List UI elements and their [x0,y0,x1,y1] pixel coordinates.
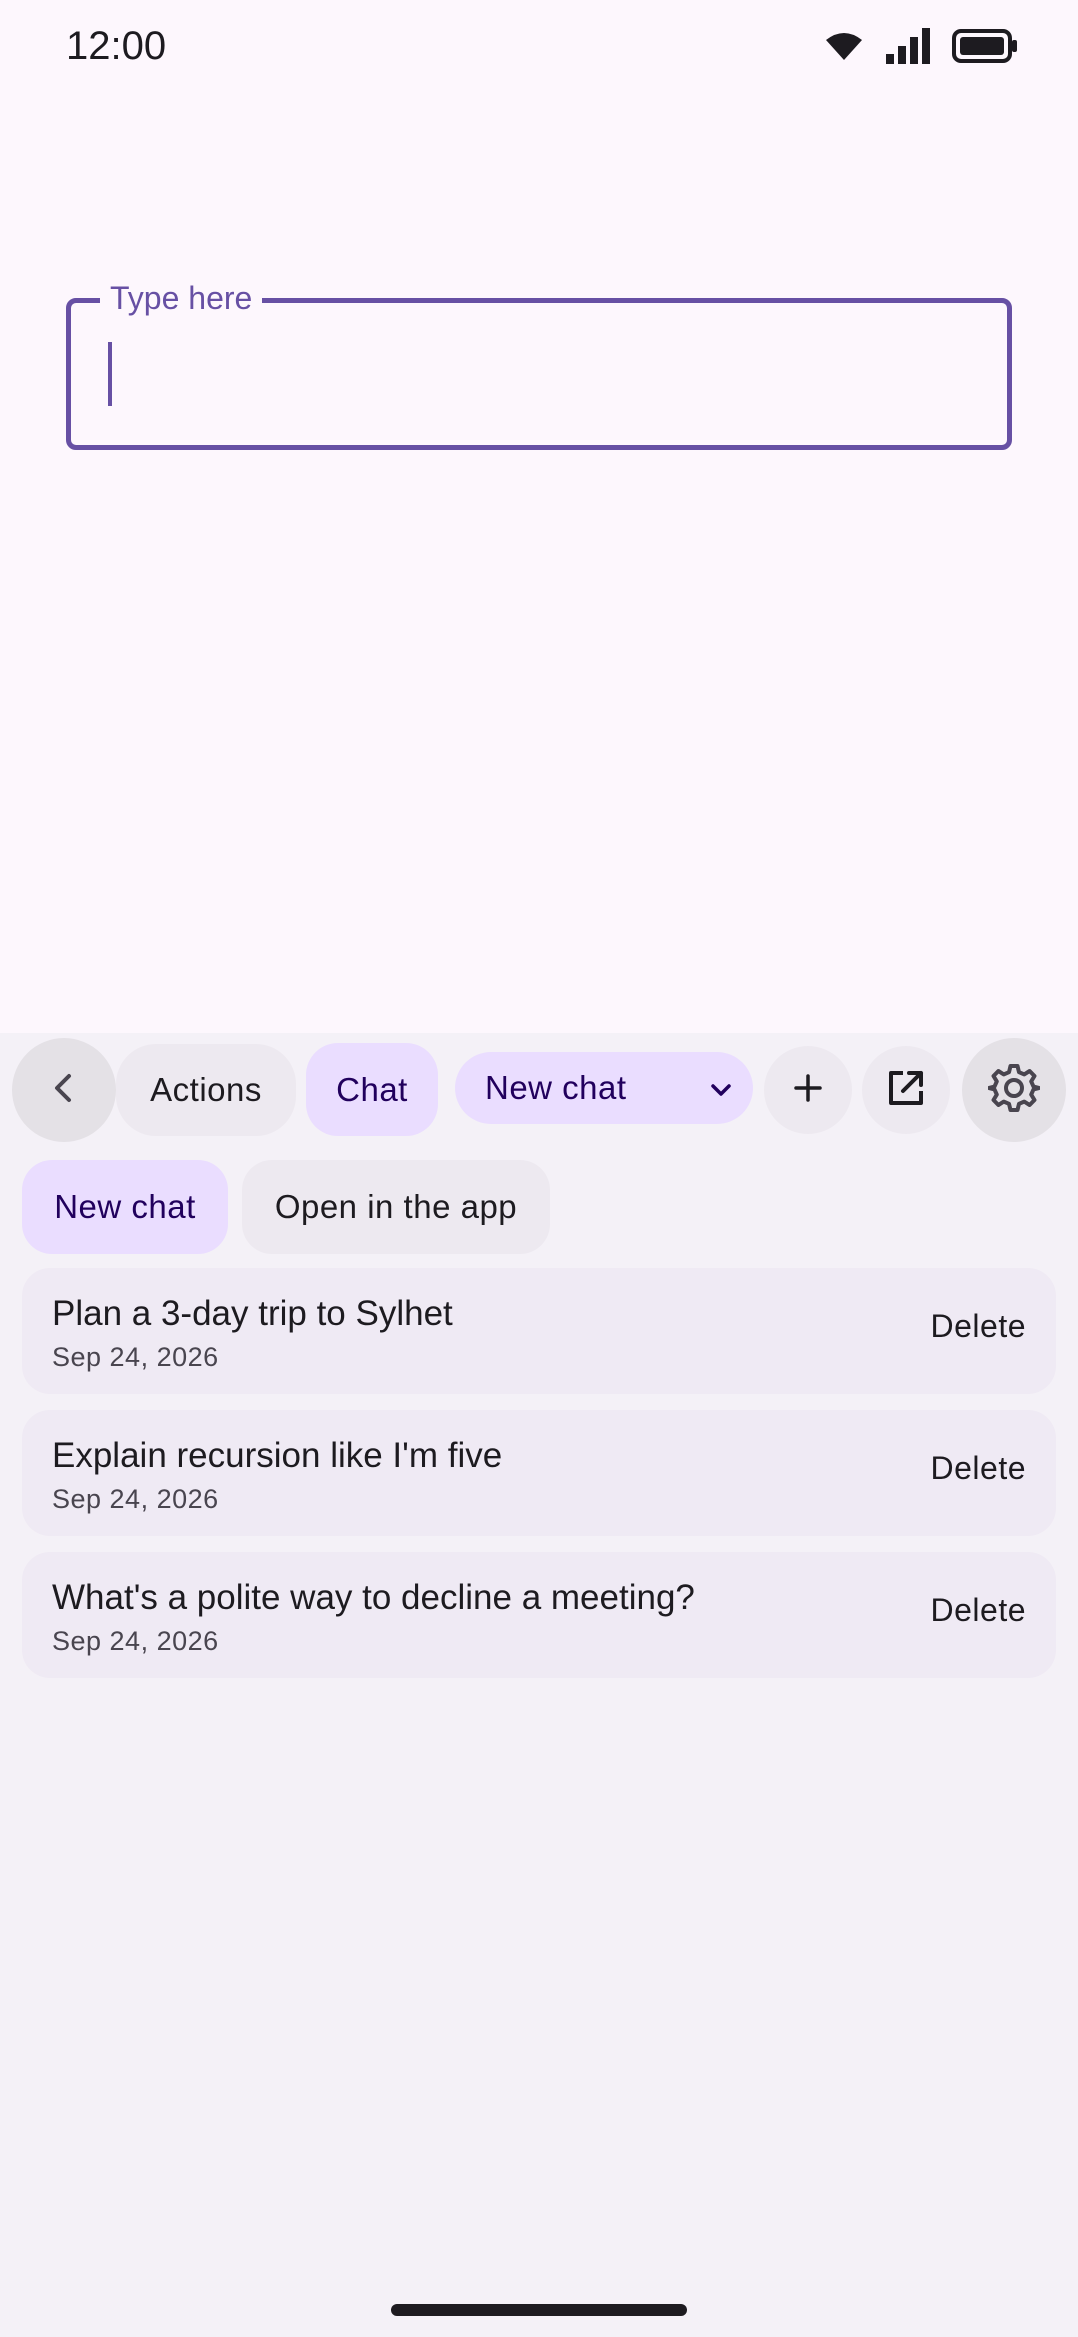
text-field-label: Type here [100,278,263,318]
tab-actions[interactable]: Actions [116,1044,296,1136]
chevron-down-icon [707,1074,735,1112]
chat-title: Plan a 3-day trip to Sylhet [52,1294,453,1333]
open-external-button[interactable] [862,1046,950,1134]
list-item[interactable]: Explain recursion like I'm five Sep 24, … [22,1410,1056,1536]
list-item[interactable]: Plan a 3-day trip to Sylhet Sep 24, 2026… [22,1268,1056,1394]
panel-toolbar: Actions Chat New chat [0,1038,1078,1142]
status-icons [824,28,1018,64]
screen: 12:00 Type here Actions Chat New chat Ne… [0,0,1078,2337]
settings-button[interactable] [962,1038,1066,1142]
plus-icon [792,1072,824,1109]
text-field[interactable] [66,298,1012,450]
open-in-app-button[interactable]: Open in the app [242,1160,550,1254]
back-button[interactable] [12,1038,116,1142]
chat-select-dropdown[interactable]: New chat [455,1052,753,1124]
add-chat-button[interactable] [764,1046,852,1134]
open-external-icon [887,1069,925,1112]
tab-chat[interactable]: Chat [306,1043,438,1136]
wifi-icon [824,30,864,62]
chat-date: Sep 24, 2026 [52,1484,219,1514]
delete-button[interactable]: Delete [931,1450,1027,1487]
delete-button[interactable]: Delete [931,1592,1027,1629]
chat-date: Sep 24, 2026 [52,1626,219,1656]
chevron-left-icon [47,1071,81,1110]
list-item[interactable]: What's a polite way to decline a meeting… [22,1552,1056,1678]
chat-history-list: Plan a 3-day trip to Sylhet Sep 24, 2026… [22,1268,1056,1694]
gear-icon [987,1062,1041,1119]
status-time: 12:00 [66,24,167,68]
new-chat-button[interactable]: New chat [22,1160,228,1254]
home-indicator[interactable] [391,2304,687,2316]
dropdown-selected-label: New chat [485,1069,627,1106]
chip-row: New chat Open in the app [0,1160,1078,1254]
type-here-input[interactable] [71,303,1007,445]
chat-title: What's a polite way to decline a meeting… [52,1578,695,1617]
signal-icon [886,28,930,64]
text-cursor [108,342,112,406]
battery-icon [952,29,1018,63]
delete-button[interactable]: Delete [931,1308,1027,1345]
chat-title: Explain recursion like I'm five [52,1436,503,1475]
chat-date: Sep 24, 2026 [52,1342,219,1372]
status-bar: 12:00 [0,0,1078,96]
